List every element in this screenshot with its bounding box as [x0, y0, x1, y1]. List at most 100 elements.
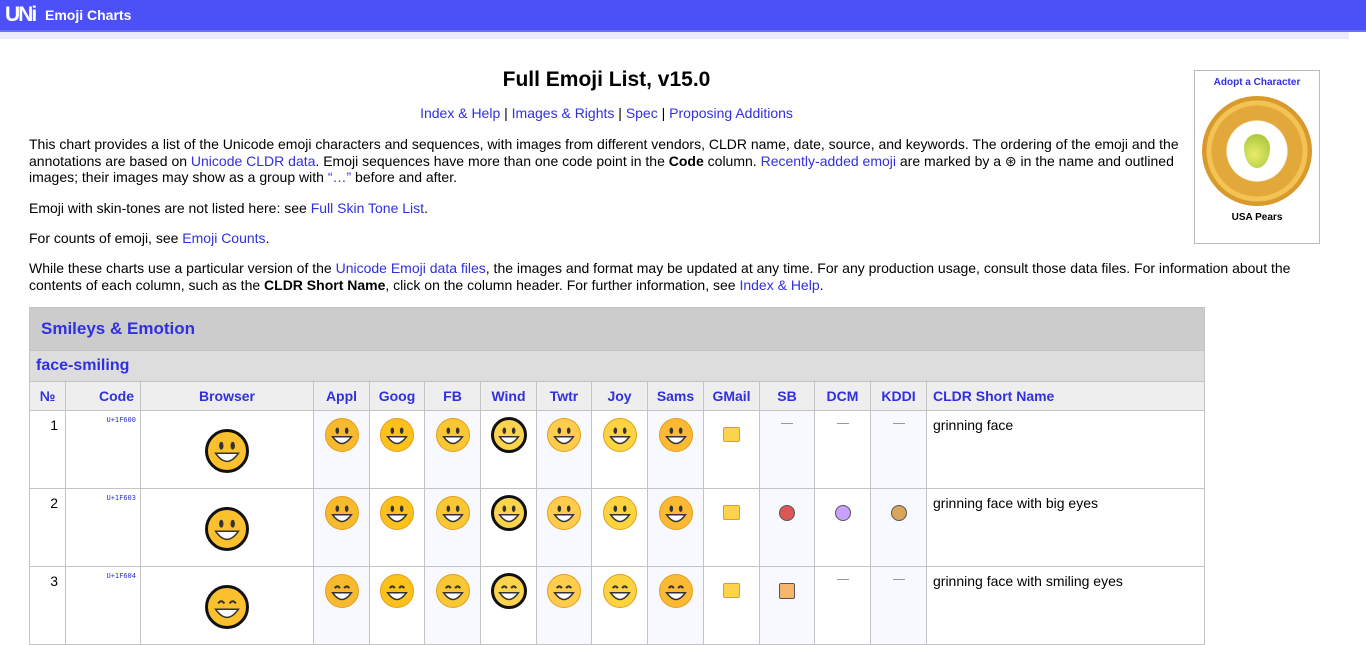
column-header-goog[interactable]: Goog — [369, 381, 425, 411]
gmail-emoji-icon — [723, 427, 740, 442]
subgroup-header[interactable]: face-smiling — [29, 350, 1205, 382]
sub-bar — [0, 32, 1366, 39]
emoji-image — [141, 507, 313, 554]
code-point[interactable]: U+1F603 — [65, 488, 141, 567]
row-number: 3 — [29, 566, 66, 645]
code-point[interactable]: U+1F600 — [65, 410, 141, 489]
adopt-a-character-box[interactable]: Adopt a Character USA Pears — [1194, 70, 1320, 244]
emoji-image-fb[interactable] — [424, 566, 481, 645]
emoji-image-sb — [759, 566, 815, 645]
emoji-image-joy[interactable] — [591, 410, 648, 489]
table-row: 3 U+1F604 grinning face with smiling eyes — [29, 566, 1205, 645]
column-header-appl[interactable]: Appl — [313, 381, 370, 411]
emoji-table: Smileys & Emotion face-smiling № Code Brow… — [29, 307, 1205, 645]
intro-paragraph: This chart provides a list of the Unicod… — [29, 136, 1179, 185]
code-point[interactable]: U+1F604 — [65, 566, 141, 645]
emoji-image-gmail — [703, 488, 760, 567]
column-header-fb[interactable]: FB — [424, 381, 481, 411]
emoji-image-wind[interactable] — [480, 410, 537, 489]
column-header-sb[interactable]: SB — [759, 381, 815, 411]
column-header-kddi[interactable]: KDDI — [870, 381, 927, 411]
link-spec[interactable]: Spec — [626, 105, 658, 121]
emoji-image-sb — [759, 410, 815, 489]
emoji-image-dcm — [814, 566, 871, 645]
emoji-image-dcm — [814, 488, 871, 567]
emoji-image-fb[interactable] — [424, 488, 481, 567]
column-header-dcm[interactable]: DCM — [814, 381, 871, 411]
column-header-sams[interactable]: Sams — [647, 381, 704, 411]
top-bar: UNi Emoji Charts — [0, 0, 1366, 32]
column-header-number[interactable]: № — [29, 381, 66, 411]
missing-dash — [781, 423, 793, 424]
browser-emoji — [140, 566, 314, 645]
app-title[interactable]: Emoji Charts — [45, 7, 131, 23]
emoji-image-kddi — [870, 410, 927, 489]
emoji-image-sams[interactable] — [647, 488, 704, 567]
emoji-image-joy[interactable] — [591, 566, 648, 645]
sb-emoji-icon — [779, 505, 795, 521]
adopt-sponsor-name: USA Pears — [1231, 212, 1283, 223]
column-header-code[interactable]: Code — [65, 381, 141, 411]
column-header-gmail[interactable]: GMail — [703, 381, 760, 411]
column-header-joy[interactable]: Joy — [591, 381, 648, 411]
emoji-image-goog[interactable] — [369, 488, 425, 567]
emoji-image-fb[interactable] — [424, 410, 481, 489]
unicode-logo[interactable]: UNi — [5, 3, 37, 27]
column-header-cldr-short-name[interactable]: CLDR Short Name — [926, 381, 1205, 411]
emoji-image-joy[interactable] — [591, 488, 648, 567]
table-row: 2 U+1F603 grinning face with big eyes — [29, 488, 1205, 567]
link-emoji-data-files[interactable]: Unicode Emoji data files — [336, 260, 486, 276]
emoji-image-goog[interactable] — [369, 566, 425, 645]
link-index-help[interactable]: Index & Help — [420, 105, 500, 121]
link-cldr-data[interactable]: Unicode CLDR data — [191, 153, 316, 169]
emoji-image-goog[interactable] — [369, 410, 425, 489]
row-number: 2 — [29, 488, 66, 567]
emoji-image-appl[interactable] — [313, 488, 370, 567]
link-index-help-2[interactable]: Index & Help — [739, 277, 819, 293]
link-emoji-counts[interactable]: Emoji Counts — [182, 230, 265, 246]
emoji-image-wind[interactable] — [480, 488, 537, 567]
link-skin-tone-list[interactable]: Full Skin Tone List — [311, 200, 424, 216]
dcm-emoji-icon — [834, 505, 851, 521]
emoji-image-twtr[interactable] — [536, 410, 592, 489]
link-ellipsis[interactable]: “…” — [328, 169, 351, 185]
missing-dash — [892, 423, 905, 424]
link-proposing-additions[interactable]: Proposing Additions — [669, 105, 793, 121]
emoji-image — [141, 585, 313, 632]
emoji-image-wind[interactable] — [480, 566, 537, 645]
link-recently-added[interactable]: Recently-added emoji — [761, 153, 896, 169]
cldr-short-name: grinning face with big eyes — [926, 488, 1205, 567]
column-header-twtr[interactable]: Twtr — [536, 381, 592, 411]
emoji-image-twtr[interactable] — [536, 566, 592, 645]
gmail-emoji-icon — [723, 583, 740, 598]
missing-dash — [836, 423, 849, 424]
emoji-image-appl[interactable] — [313, 410, 370, 489]
adopt-header[interactable]: Adopt a Character — [1195, 77, 1319, 88]
missing-dash — [836, 579, 849, 580]
counts-paragraph: For counts of emoji, see Emoji Counts. — [29, 230, 270, 246]
scrollbar[interactable] — [1349, 32, 1366, 640]
skin-tone-paragraph: Emoji with skin-tones are not listed her… — [29, 200, 428, 216]
row-number: 1 — [29, 410, 66, 489]
section-header[interactable]: Smileys & Emotion — [29, 307, 1205, 351]
kddi-emoji-icon — [890, 505, 907, 521]
emoji-image-sb — [759, 488, 815, 567]
page-title: Full Emoji List, v15.0 — [502, 68, 711, 91]
cldr-short-name: grinning face — [926, 410, 1205, 489]
emoji-image-gmail — [703, 566, 760, 645]
emoji-image-appl[interactable] — [313, 566, 370, 645]
table-row: 1 U+1F600 grinning face — [29, 410, 1205, 489]
emoji-image — [141, 429, 313, 476]
link-images-rights[interactable]: Images & Rights — [512, 105, 615, 121]
emoji-image-sams[interactable] — [647, 566, 704, 645]
browser-emoji — [140, 488, 314, 567]
gmail-emoji-icon — [723, 505, 740, 520]
emoji-image-sams[interactable] — [647, 410, 704, 489]
emoji-image-twtr[interactable] — [536, 488, 592, 567]
column-header-wind[interactable]: Wind — [480, 381, 537, 411]
nav-links: Index & Help | Images & Rights | Spec | … — [420, 105, 793, 121]
missing-dash — [892, 579, 905, 580]
sb-emoji-icon — [779, 583, 795, 599]
column-header-browser[interactable]: Browser — [140, 381, 314, 411]
cldr-short-name: grinning face with smiling eyes — [926, 566, 1205, 645]
